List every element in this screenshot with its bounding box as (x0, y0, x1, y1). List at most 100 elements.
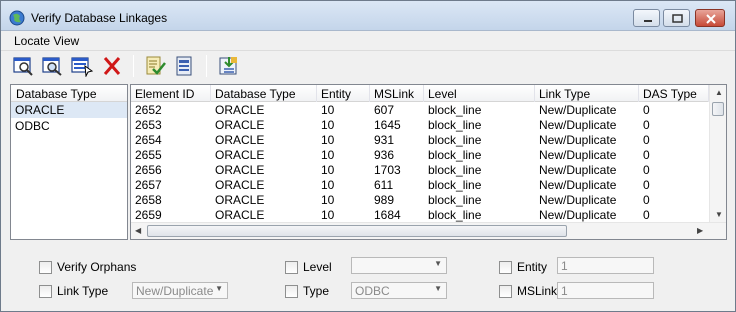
table-cell: 10 (321, 148, 335, 162)
table-cell: New/Duplicate (539, 103, 617, 117)
vertical-scroll-thumb[interactable] (712, 102, 724, 116)
locate-element-icon[interactable] (12, 55, 36, 77)
column-header-element-id[interactable]: Element ID (131, 85, 211, 102)
type-value: ODBC (355, 284, 390, 298)
verify-checklist-icon[interactable] (143, 55, 167, 77)
database-type-item-odbc[interactable]: ODBC (11, 118, 127, 134)
horizontal-scrollbar[interactable]: ◀ ▶ (131, 222, 726, 239)
column-header-mslink[interactable]: MSLink (370, 85, 424, 102)
table-cell: 2658 (135, 193, 162, 207)
level-checkbox[interactable] (285, 261, 298, 274)
scroll-left-arrow-icon[interactable]: ◀ (135, 226, 141, 235)
table-row[interactable]: 2652 ORACLE 10 607 block_line New/Duplicate 0 (131, 102, 709, 117)
table-cell: 1684 (374, 208, 401, 222)
table-cell: 2657 (135, 178, 162, 192)
table-cell: 2654 (135, 133, 162, 147)
table-cell: 0 (643, 193, 650, 207)
menu-bar: Locate View (1, 32, 735, 50)
table-cell: New/Duplicate (539, 208, 617, 222)
verify-orphans-label: Verify Orphans (57, 260, 137, 274)
maximize-button[interactable] (663, 9, 690, 27)
type-label: Type (303, 284, 330, 298)
table-row[interactable]: 2655 ORACLE 10 936 block_line New/Duplicate 0 (131, 147, 709, 162)
database-type-item-oracle[interactable]: ORACLE (11, 102, 127, 118)
table-row[interactable]: 2659 ORACLE 10 1684 block_line New/Duplicate 0 (131, 207, 709, 222)
table-cell: block_line (428, 133, 482, 147)
entity-field[interactable]: 1 (557, 257, 654, 274)
table-cell: 10 (321, 103, 335, 117)
table-cell: ORACLE (215, 103, 265, 117)
table-cell: 1645 (374, 118, 401, 132)
export-icon[interactable] (217, 55, 241, 77)
column-header-link-type[interactable]: Link Type (535, 85, 639, 102)
table-cell: 2655 (135, 148, 162, 162)
chevron-down-icon: ▼ (215, 284, 223, 293)
scroll-down-arrow-icon[interactable]: ▼ (715, 210, 723, 219)
table-cell: 611 (374, 178, 394, 192)
table-cell: block_line (428, 208, 482, 222)
table-cell: New/Duplicate (539, 193, 617, 207)
linkage-results-grid[interactable]: Element ID Database Type Entity MSLink L… (130, 84, 727, 240)
table-cell: 0 (643, 103, 650, 117)
link-type-checkbox[interactable] (39, 285, 52, 298)
table-cell: New/Duplicate (539, 148, 617, 162)
verify-database-linkages-window: Verify Database Linkages Locate View Dat… (0, 0, 736, 312)
filter-options: Verify Orphans Link Type New/Duplicate ▼… (1, 247, 735, 311)
table-cell: ORACLE (215, 118, 265, 132)
type-checkbox[interactable] (285, 285, 298, 298)
table-row[interactable]: 2658 ORACLE 10 989 block_line New/Duplicate 0 (131, 192, 709, 207)
table-row[interactable]: 2656 ORACLE 10 1703 block_line New/Duplicate 0 (131, 162, 709, 177)
menu-item-locate-view[interactable]: Locate View (14, 34, 79, 48)
table-row[interactable]: 2654 ORACLE 10 931 block_line New/Duplicate 0 (131, 132, 709, 147)
entity-checkbox[interactable] (499, 261, 512, 274)
verify-orphans-checkbox[interactable] (39, 261, 52, 274)
column-header-database-type[interactable]: Database Type (211, 85, 317, 102)
table-row[interactable]: 2653 ORACLE 10 1645 block_line New/Duplicate 0 (131, 117, 709, 132)
table-cell: ORACLE (215, 193, 265, 207)
table-cell: 10 (321, 118, 335, 132)
table-cell: 931 (374, 133, 395, 147)
table-cell: 0 (643, 118, 650, 132)
link-type-label: Link Type (57, 284, 109, 298)
table-cell: block_line (428, 103, 482, 117)
type-select[interactable]: ODBC ▼ (351, 282, 447, 299)
table-cell: ORACLE (215, 133, 265, 147)
table-cell: 0 (643, 148, 650, 162)
table-cell: 607 (374, 103, 395, 117)
column-header-entity[interactable]: Entity (317, 85, 370, 102)
app-icon (9, 10, 25, 26)
select-element-icon[interactable] (70, 55, 94, 78)
table-cell: 10 (321, 178, 335, 192)
chevron-down-icon: ▼ (434, 284, 442, 293)
table-cell: block_line (428, 178, 482, 192)
table-cell: New/Duplicate (539, 163, 617, 177)
mslink-checkbox[interactable] (499, 285, 512, 298)
toolbar-separator (206, 55, 207, 77)
table-cell: New/Duplicate (539, 118, 617, 132)
table-cell: 0 (643, 178, 650, 192)
title-bar[interactable]: Verify Database Linkages (1, 1, 735, 31)
link-type-value: New/Duplicate (136, 284, 214, 298)
horizontal-scroll-thumb[interactable] (147, 225, 567, 237)
vertical-scrollbar[interactable]: ▲ ▼ (709, 85, 726, 222)
scroll-up-arrow-icon[interactable]: ▲ (715, 88, 723, 97)
table-row[interactable]: 2657 ORACLE 10 611 block_line New/Duplicate 0 (131, 177, 709, 192)
delete-linkage-icon[interactable] (100, 55, 124, 77)
table-cell: 0 (643, 208, 650, 222)
table-cell: block_line (428, 163, 482, 177)
close-button[interactable] (695, 9, 725, 27)
level-select[interactable]: ▼ (351, 257, 447, 274)
toolbar (1, 50, 735, 80)
database-type-header: Database Type (11, 85, 127, 102)
mslink-field[interactable]: 1 (557, 282, 654, 299)
column-header-das-type[interactable]: DAS Type (639, 85, 709, 102)
column-header-level[interactable]: Level (424, 85, 535, 102)
grid-body: 2652 ORACLE 10 607 block_line New/Duplicate 0 2… (131, 102, 709, 222)
report-icon[interactable] (172, 55, 196, 77)
minimize-button[interactable] (633, 9, 660, 27)
scroll-right-arrow-icon[interactable]: ▶ (697, 226, 703, 235)
zoom-element-icon[interactable] (41, 55, 65, 77)
link-type-select[interactable]: New/Duplicate ▼ (132, 282, 228, 299)
table-cell: 10 (321, 133, 335, 147)
database-type-list[interactable]: Database Type ORACLE ODBC (10, 84, 128, 240)
